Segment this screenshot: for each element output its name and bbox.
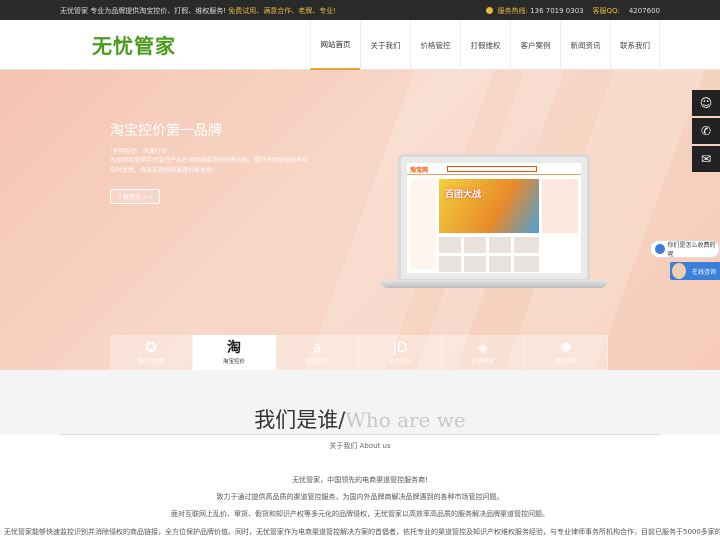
taobao-hero: 百团大战 — [439, 179, 539, 233]
laptop-illustration: 淘宝网 百团大战 — [380, 154, 608, 294]
laptop-base — [380, 280, 608, 288]
online-consult-label: 在线咨询 — [691, 268, 716, 276]
taobao-screenshot: 淘宝网 百团大战 — [407, 163, 581, 273]
about-paragraph-4: 无忧管家能够快速监控识别并消除侵权的商品链接，全方位保护品牌价值。同时，无忧管家… — [4, 528, 720, 536]
phone-call-icon[interactable]: ✆ — [692, 118, 720, 144]
taobao-category-menu — [410, 179, 436, 269]
tab-alibaba-price-control[interactable]: a 阿里控价 — [276, 335, 359, 370]
qq-icon[interactable]: ☺ — [692, 90, 720, 116]
top-bar-intro-group: 无忧管家 专业为品牌提供淘宝控价、打假、维权服务! 免费试用、满意合作、老牌、专… — [60, 6, 336, 16]
tab-anti-counterfeit[interactable]: ◈ 打假维权 — [442, 335, 525, 370]
jd-icon: JD — [392, 340, 408, 356]
main-nav: 网站首页 关于我们 价格管控 打假维权 客户案例 新闻资讯 联系我们 — [310, 20, 660, 70]
top-bar-intro: 无忧管家 专业为品牌提供淘宝控价、打假、维权服务! — [60, 7, 227, 15]
about-divider — [60, 434, 660, 435]
taobao-side-panel — [542, 179, 578, 233]
about-title-cn: 我们是谁/ — [254, 408, 346, 432]
stack-icon: ◈ — [477, 340, 489, 356]
taobao-hero-text: 百团大战 — [445, 190, 482, 200]
nav-home[interactable]: 网站首页 — [310, 20, 360, 70]
nav-anti-counterfeit[interactable]: 打假维权 — [460, 20, 510, 70]
taobao-product-tile — [464, 237, 486, 253]
learn-more-button[interactable]: 了解更多 >> — [110, 189, 160, 204]
tab-advantages[interactable]: ✪ 我们的优势 — [110, 335, 193, 370]
about-title: 我们是谁/Who are we — [0, 404, 720, 434]
tab-jd-price-control[interactable]: JD 京东控价 — [359, 335, 442, 370]
nav-price-control[interactable]: 价格管控 — [410, 20, 460, 70]
side-float-bar: ☺ ✆ ✉ — [692, 90, 720, 174]
nav-about[interactable]: 关于我们 — [360, 20, 410, 70]
taobao-product-tile — [439, 256, 461, 272]
chat-avatar-icon — [655, 244, 665, 254]
taobao-product-tile — [514, 237, 539, 253]
service-tabs: ✪ 我们的优势 淘 淘宝控价 a 阿里控价 JD 京东控价 ◈ 打假维权 ✺ 成… — [110, 335, 608, 370]
about-section: 我们是谁/Who are we 关于我们 About us 无忧管家，中国领先的… — [0, 370, 720, 540]
alibaba-icon: a — [312, 340, 322, 356]
medal-icon: ✪ — [145, 340, 157, 356]
taobao-product-tile — [439, 237, 461, 253]
taobao-icon: 淘 — [227, 340, 241, 356]
qq-label: 客服QQ: — [592, 7, 620, 15]
hotline-label: 服务热线: — [497, 7, 528, 15]
about-paragraph-2: 致力于通过提供高品质的渠道管控服务，为国内外品牌商解决品牌遇到的各种市场管控问题… — [216, 493, 504, 501]
chat-bubble[interactable]: 你们是怎么收费的呢 — [650, 240, 720, 258]
banner-description: 为品牌商提供实时监控产品在各网络渠道的销售价格，提升市场营销效率与及时反馈，有效… — [110, 157, 309, 174]
taobao-search-box — [447, 166, 537, 172]
chat-bubble-text: 你们是怎么收费的呢 — [667, 242, 716, 258]
online-consult-button[interactable]: 在线咨询 — [670, 262, 720, 280]
top-bar-promo: 免费试用、满意合作、老牌、专业! — [228, 7, 337, 15]
site-header: 无忧管家 网站首页 关于我们 价格管控 打假维权 客户案例 新闻资讯 联系我们 — [0, 20, 720, 70]
laptop-screen: 淘宝网 百团大战 — [398, 154, 590, 282]
tab-success-cases[interactable]: ✺ 成功案例 — [525, 335, 608, 370]
tab-label: 京东控价 — [388, 359, 411, 365]
about-paragraph-3: 面对互联网上乱价、窜货、假货和知识产权等多元化的品牌侵权，无忧管家以高效率高品质… — [171, 510, 549, 518]
taobao-product-tile — [514, 256, 539, 272]
wechat-icon[interactable]: ✉ — [692, 146, 720, 172]
top-bar: 无忧管家 专业为品牌提供淘宝控价、打假、维权服务! 免费试用、满意合作、老牌、专… — [0, 0, 720, 20]
aperture-icon: ✺ — [560, 340, 572, 356]
site-logo[interactable]: 无忧管家 — [92, 30, 176, 59]
phone-icon — [486, 7, 494, 14]
agent-avatar-icon — [671, 263, 686, 279]
taobao-product-tile — [464, 256, 486, 272]
tab-label: 成功案例 — [554, 359, 577, 365]
taobao-logo: 淘宝网 — [410, 167, 429, 174]
taobao-header: 淘宝网 — [407, 163, 581, 175]
tab-label: 阿里控价 — [305, 359, 328, 365]
nav-news[interactable]: 新闻资讯 — [560, 20, 610, 70]
about-paragraph-1: 无忧管家，中国领先的电商渠道管控服务商! — [292, 476, 428, 484]
qq-number[interactable]: 4207600 — [629, 7, 660, 15]
about-subtitle: 关于我们 About us — [329, 442, 391, 450]
tab-label: 打假维权 — [471, 359, 494, 365]
banner-title: 淘宝控价第一品牌 — [110, 123, 222, 139]
tab-label: 淘宝控价 — [222, 359, 245, 365]
taobao-product-tile — [489, 256, 511, 272]
tab-label: 我们的优势 — [137, 359, 165, 365]
about-title-en: Who are we — [345, 408, 466, 432]
nav-contact[interactable]: 联系我们 — [610, 20, 660, 70]
banner-quote: "全网监控、快速打击" — [110, 148, 170, 155]
taobao-product-tile — [489, 237, 511, 253]
hotline-number[interactable]: 136 7019 0303 — [530, 7, 583, 15]
nav-cases[interactable]: 客户案例 — [510, 20, 560, 70]
hero-banner: 淘宝控价第一品牌 "全网监控、快速打击" 为品牌商提供实时监控产品在各网络渠道的… — [0, 70, 720, 370]
top-bar-contact: 服务热线: 136 7019 0303 客服QQ: 4207600 — [486, 6, 660, 16]
tab-taobao-price-control[interactable]: 淘 淘宝控价 — [193, 335, 276, 370]
